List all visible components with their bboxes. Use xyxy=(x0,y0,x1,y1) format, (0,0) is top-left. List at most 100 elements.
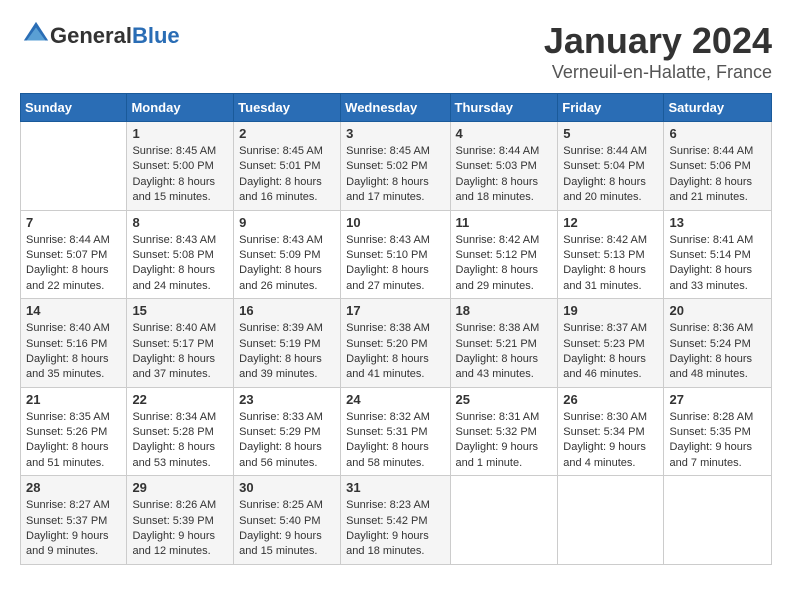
calendar-cell: 20Sunrise: 8:36 AMSunset: 5:24 PMDayligh… xyxy=(664,299,772,388)
day-info: Sunrise: 8:44 AMSunset: 5:04 PMDaylight:… xyxy=(563,144,658,206)
day-info: Sunrise: 8:30 AMSunset: 5:34 PMDaylight:… xyxy=(563,410,658,472)
calendar-week-row: 14Sunrise: 8:40 AMSunset: 5:16 PMDayligh… xyxy=(21,299,772,388)
location-title: Verneuil-en-Halatte, France xyxy=(544,62,772,83)
logo-icon xyxy=(22,20,50,48)
day-info: Sunrise: 8:43 AMSunset: 5:08 PMDaylight:… xyxy=(132,233,228,295)
day-number: 2 xyxy=(239,126,335,141)
day-info: Sunrise: 8:45 AMSunset: 5:02 PMDaylight:… xyxy=(346,144,444,206)
calendar-cell: 27 Sunrise: 8:28 AMSunset: 5:35 PMDayligh… xyxy=(664,387,772,476)
calendar-cell: 23Sunrise: 8:33 AMSunset: 5:29 PMDayligh… xyxy=(234,387,341,476)
day-info: Sunrise: 8:39 AMSunset: 5:19 PMDaylight:… xyxy=(239,321,335,383)
day-info: Sunrise: 8:43 AMSunset: 5:09 PMDaylight:… xyxy=(239,233,335,295)
day-number: 9 xyxy=(239,215,335,230)
weekday-header-thursday: Thursday xyxy=(450,94,558,122)
calendar-cell: 10Sunrise: 8:43 AMSunset: 5:10 PMDayligh… xyxy=(341,210,450,299)
calendar-cell: 8 Sunrise: 8:43 AMSunset: 5:08 PMDaylight… xyxy=(127,210,234,299)
day-number: 21 xyxy=(26,392,121,407)
day-number: 29 xyxy=(132,480,228,495)
weekday-header-wednesday: Wednesday xyxy=(341,94,450,122)
page-header: GeneralBlue January 2024 Verneuil-en-Hal… xyxy=(20,20,772,83)
day-number: 17 xyxy=(346,303,444,318)
day-number: 30 xyxy=(239,480,335,495)
day-info: Sunrise: 8:42 AMSunset: 5:13 PMDaylight:… xyxy=(563,233,658,295)
day-number: 5 xyxy=(563,126,658,141)
day-number: 22 xyxy=(132,392,228,407)
calendar-cell: 19 Sunrise: 8:37 AMSunset: 5:23 PMDayligh… xyxy=(558,299,664,388)
calendar-cell: 3 Sunrise: 8:45 AMSunset: 5:02 PMDaylight… xyxy=(341,122,450,211)
logo-blue-text: Blue xyxy=(132,23,180,48)
calendar-week-row: 21 Sunrise: 8:35 AMSunset: 5:26 PMDayligh… xyxy=(21,387,772,476)
day-number: 7 xyxy=(26,215,121,230)
day-number: 28 xyxy=(26,480,121,495)
logo: GeneralBlue xyxy=(20,20,180,53)
day-info: Sunrise: 8:45 AMSunset: 5:01 PMDaylight:… xyxy=(239,144,335,206)
day-number: 15 xyxy=(132,303,228,318)
day-number: 26 xyxy=(563,392,658,407)
calendar-cell: 12 Sunrise: 8:42 AMSunset: 5:13 PMDayligh… xyxy=(558,210,664,299)
calendar-cell: 17 Sunrise: 8:38 AMSunset: 5:20 PMDayligh… xyxy=(341,299,450,388)
calendar-cell: 6Sunrise: 8:44 AMSunset: 5:06 PMDaylight… xyxy=(664,122,772,211)
logo-general-text: General xyxy=(50,23,132,48)
calendar-table: SundayMondayTuesdayWednesdayThursdayFrid… xyxy=(20,93,772,565)
calendar-cell: 14Sunrise: 8:40 AMSunset: 5:16 PMDayligh… xyxy=(21,299,127,388)
day-number: 3 xyxy=(346,126,444,141)
day-info: Sunrise: 8:43 AMSunset: 5:10 PMDaylight:… xyxy=(346,233,444,295)
day-info: Sunrise: 8:38 AMSunset: 5:21 PMDaylight:… xyxy=(456,321,553,383)
calendar-cell: 25Sunrise: 8:31 AMSunset: 5:32 PMDayligh… xyxy=(450,387,558,476)
calendar-cell: 16 Sunrise: 8:39 AMSunset: 5:19 PMDayligh… xyxy=(234,299,341,388)
calendar-week-row: 28 Sunrise: 8:27 AMSunset: 5:37 PMDayligh… xyxy=(21,476,772,565)
day-info: Sunrise: 8:40 AMSunset: 5:17 PMDaylight:… xyxy=(132,321,228,383)
day-number: 27 xyxy=(669,392,766,407)
day-number: 14 xyxy=(26,303,121,318)
day-number: 20 xyxy=(669,303,766,318)
day-number: 11 xyxy=(456,215,553,230)
day-info: Sunrise: 8:25 AMSunset: 5:40 PMDaylight:… xyxy=(239,498,335,560)
calendar-cell: 30 Sunrise: 8:25 AMSunset: 5:40 PMDayligh… xyxy=(234,476,341,565)
weekday-header-sunday: Sunday xyxy=(21,94,127,122)
calendar-cell: 18Sunrise: 8:38 AMSunset: 5:21 PMDayligh… xyxy=(450,299,558,388)
calendar-cell: 15 Sunrise: 8:40 AMSunset: 5:17 PMDayligh… xyxy=(127,299,234,388)
day-number: 12 xyxy=(563,215,658,230)
day-number: 16 xyxy=(239,303,335,318)
calendar-week-row: 1Sunrise: 8:45 AMSunset: 5:00 PMDaylight… xyxy=(21,122,772,211)
day-info: Sunrise: 8:28 AMSunset: 5:35 PMDaylight:… xyxy=(669,410,766,472)
calendar-cell: 1Sunrise: 8:45 AMSunset: 5:00 PMDaylight… xyxy=(127,122,234,211)
calendar-cell xyxy=(450,476,558,565)
day-number: 4 xyxy=(456,126,553,141)
calendar-week-row: 7Sunrise: 8:44 AMSunset: 5:07 PMDaylight… xyxy=(21,210,772,299)
calendar-cell: 13Sunrise: 8:41 AMSunset: 5:14 PMDayligh… xyxy=(664,210,772,299)
calendar-cell: 24 Sunrise: 8:32 AMSunset: 5:31 PMDayligh… xyxy=(341,387,450,476)
day-info: Sunrise: 8:42 AMSunset: 5:12 PMDaylight:… xyxy=(456,233,553,295)
weekday-header-monday: Monday xyxy=(127,94,234,122)
day-number: 24 xyxy=(346,392,444,407)
calendar-cell: 9 Sunrise: 8:43 AMSunset: 5:09 PMDaylight… xyxy=(234,210,341,299)
calendar-cell: 29 Sunrise: 8:26 AMSunset: 5:39 PMDayligh… xyxy=(127,476,234,565)
day-info: Sunrise: 8:27 AMSunset: 5:37 PMDaylight:… xyxy=(26,498,121,560)
day-number: 31 xyxy=(346,480,444,495)
calendar-cell: 28 Sunrise: 8:27 AMSunset: 5:37 PMDayligh… xyxy=(21,476,127,565)
day-number: 8 xyxy=(132,215,228,230)
calendar-cell xyxy=(21,122,127,211)
calendar-cell: 7Sunrise: 8:44 AMSunset: 5:07 PMDaylight… xyxy=(21,210,127,299)
day-info: Sunrise: 8:26 AMSunset: 5:39 PMDaylight:… xyxy=(132,498,228,560)
calendar-cell xyxy=(664,476,772,565)
calendar-cell: 26 Sunrise: 8:30 AMSunset: 5:34 PMDayligh… xyxy=(558,387,664,476)
day-info: Sunrise: 8:44 AMSunset: 5:03 PMDaylight:… xyxy=(456,144,553,206)
weekday-header-saturday: Saturday xyxy=(664,94,772,122)
day-info: Sunrise: 8:23 AMSunset: 5:42 PMDaylight:… xyxy=(346,498,444,560)
calendar-cell: 21 Sunrise: 8:35 AMSunset: 5:26 PMDayligh… xyxy=(21,387,127,476)
calendar-cell xyxy=(558,476,664,565)
calendar-cell: 22 Sunrise: 8:34 AMSunset: 5:28 PMDayligh… xyxy=(127,387,234,476)
day-info: Sunrise: 8:37 AMSunset: 5:23 PMDaylight:… xyxy=(563,321,658,383)
day-info: Sunrise: 8:45 AMSunset: 5:00 PMDaylight:… xyxy=(132,144,228,206)
calendar-cell: 11 Sunrise: 8:42 AMSunset: 5:12 PMDayligh… xyxy=(450,210,558,299)
weekday-header-tuesday: Tuesday xyxy=(234,94,341,122)
day-info: Sunrise: 8:38 AMSunset: 5:20 PMDaylight:… xyxy=(346,321,444,383)
day-info: Sunrise: 8:34 AMSunset: 5:28 PMDaylight:… xyxy=(132,410,228,472)
day-info: Sunrise: 8:32 AMSunset: 5:31 PMDaylight:… xyxy=(346,410,444,472)
day-number: 19 xyxy=(563,303,658,318)
day-info: Sunrise: 8:41 AMSunset: 5:14 PMDaylight:… xyxy=(669,233,766,295)
day-info: Sunrise: 8:35 AMSunset: 5:26 PMDaylight:… xyxy=(26,410,121,472)
calendar-cell: 31 Sunrise: 8:23 AMSunset: 5:42 PMDayligh… xyxy=(341,476,450,565)
day-info: Sunrise: 8:33 AMSunset: 5:29 PMDaylight:… xyxy=(239,410,335,472)
